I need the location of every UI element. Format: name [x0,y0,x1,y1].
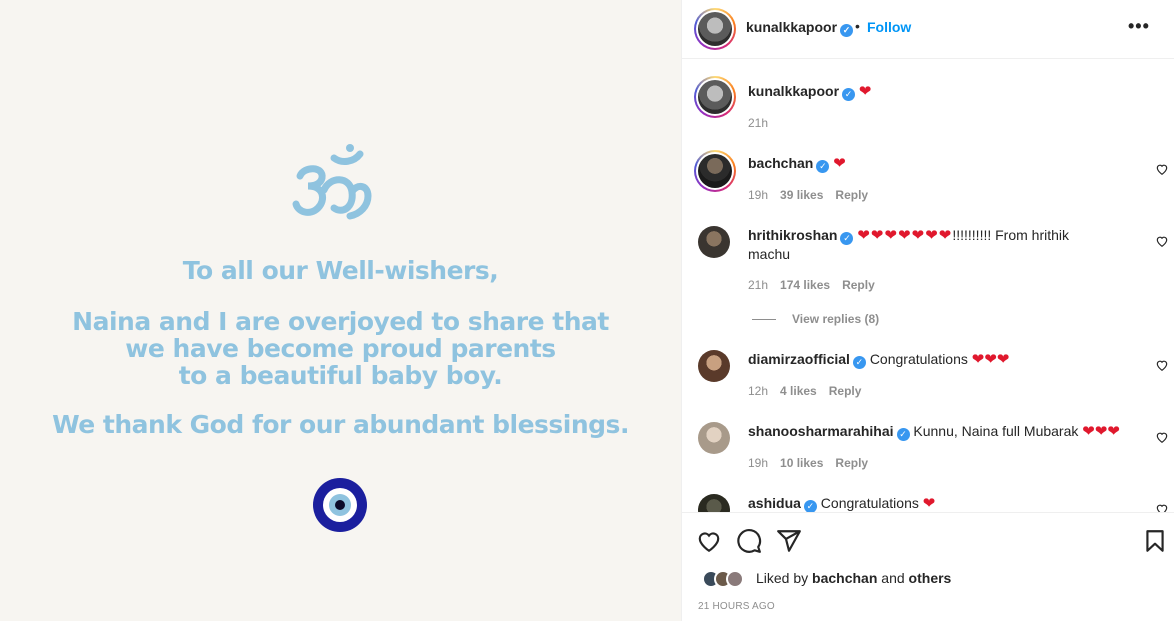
liked-by-prefix: Liked by [756,570,809,586]
comment-like-icon[interactable] [1155,502,1169,512]
verified-badge-icon: ✓ [816,160,830,173]
caption-text: kunalkkapoor ✓ ❤ [748,82,872,101]
author-username[interactable]: kunalkkapoor ✓ [746,19,854,37]
post-image[interactable]: To all our Well-wishers, Naina and I are… [0,0,681,621]
post-sidebar: kunalkkapoor ✓ • Follow ••• kunalkkapoor ✓… [681,0,1174,621]
comment-like-icon[interactable] [1155,234,1169,248]
comment-body: ❤❤❤❤❤❤❤!!!!!!!!!! From hrithik [857,227,1070,244]
comment-meta: 19h 39 likes Reply [748,188,880,202]
comment-meta: 21h 174 likes Reply [748,278,887,292]
comment-likes[interactable]: 4 likes [780,384,817,398]
separator-dot: • [855,18,860,34]
comment-like-icon[interactable] [1155,162,1169,176]
comment-avatar[interactable] [698,350,730,382]
bookmark-icon[interactable] [1142,528,1168,554]
verified-badge-icon: ✓ [840,232,854,245]
view-replies-label: View replies (8) [792,312,880,326]
comment-username[interactable]: shanoosharmarahihai [748,423,894,439]
comment-text: bachchan ✓ ❤ [748,154,846,173]
comment-time: 12h [748,384,769,398]
post-text-blessings: We thank God for our abundant blessings. [52,410,629,439]
post-text-announcement-line1: Naina and I are overjoyed to share that [72,307,609,336]
reply-button[interactable]: Reply [829,384,862,398]
post-timestamp[interactable]: 21 HOURS AGO [698,601,775,612]
liked-by-user[interactable]: bachchan [812,570,877,586]
comment-avatar[interactable] [698,494,730,512]
post-text-announcement-line2: we have become proud parents [125,334,556,363]
follow-button[interactable]: Follow [867,19,911,35]
view-replies-button[interactable]: View replies (8) [752,312,879,326]
verified-badge-icon: ✓ [840,24,854,37]
more-options-icon[interactable]: ••• [1128,16,1150,37]
liked-by-text: Liked by bachchan and others [756,570,951,586]
author-avatar[interactable] [694,8,736,50]
comment-meta: 12h 4 likes Reply [748,384,873,398]
comment-like-icon[interactable] [1155,430,1169,444]
comment-like-icon[interactable] [1155,358,1169,372]
heart-icon[interactable] [696,528,722,554]
comment-text: ashidua ✓ Congratulations ❤ [748,494,935,512]
comment-text: hrithikroshan ✓ ❤❤❤❤❤❤❤!!!!!!!!!! From hr… [748,226,1118,263]
post-text-announcement-line3: to a beautiful baby boy. [178,361,503,390]
comment-avatar[interactable] [698,226,730,258]
comment-body-cont: machu [748,246,791,262]
comment-avatar[interactable] [698,422,730,454]
caption-avatar[interactable] [694,76,736,118]
comment-meta: 19h 10 likes Reply [748,456,880,470]
post-text-announcement: Naina and I are overjoyed to share that … [0,308,681,389]
liked-by-and: and [881,570,905,586]
share-icon[interactable] [776,528,802,554]
comment-username[interactable]: ashidua [748,495,801,511]
comment-body: ❤ [833,155,846,172]
comment-likes[interactable]: 10 likes [780,456,823,470]
liked-by-others[interactable]: others [909,570,952,586]
post-text-greeting: To all our Well-wishers, [182,256,499,285]
comment-username[interactable]: bachchan [748,155,813,171]
comment-likes[interactable]: 39 likes [780,188,823,202]
comment-avatar[interactable] [694,150,736,192]
comment-likes[interactable]: 174 likes [780,278,830,292]
caption-username[interactable]: kunalkkapoor [748,83,839,99]
reply-button[interactable]: Reply [842,278,875,292]
comment-username[interactable]: hrithikroshan [748,227,837,243]
comment-body: Kunnu, Naina full Mubarak ❤❤❤ [913,423,1120,440]
comment-time: 21h [748,278,769,292]
comment-body: Congratulations ❤ [820,495,936,512]
reply-button[interactable]: Reply [835,456,868,470]
comment-username[interactable]: diamirzaofficial [748,351,850,367]
liker-avatar[interactable] [726,570,744,588]
verified-badge-icon: ✓ [852,356,866,369]
comment-time: 19h [748,188,769,202]
comment-icon[interactable] [736,528,762,554]
post-actions: Liked by bachchan and others 21 HOURS AG… [682,512,1174,621]
evil-eye-icon [313,478,367,532]
comment-time: 19h [748,456,769,470]
comment-body: Congratulations ❤❤❤ [869,351,1010,368]
caption-time: 21h [748,116,769,130]
verified-badge-icon: ✓ [803,500,817,512]
caption-body: ❤ [858,83,872,100]
verified-badge-icon: ✓ [842,88,856,101]
post-header: kunalkkapoor ✓ • Follow ••• [682,0,1174,59]
comment-text: diamirzaofficial ✓ Congratulations ❤❤❤ [748,350,1009,369]
om-symbol-icon [292,144,372,220]
comments-list[interactable]: kunalkkapoor ✓ ❤ 21h bachchan ✓ ❤ 19h 39 li… [682,60,1174,512]
verified-badge-icon: ✓ [896,428,910,441]
reply-button[interactable]: Reply [835,188,868,202]
comment-text: shanoosharmarahihai ✓ Kunnu, Naina full M… [748,422,1120,441]
